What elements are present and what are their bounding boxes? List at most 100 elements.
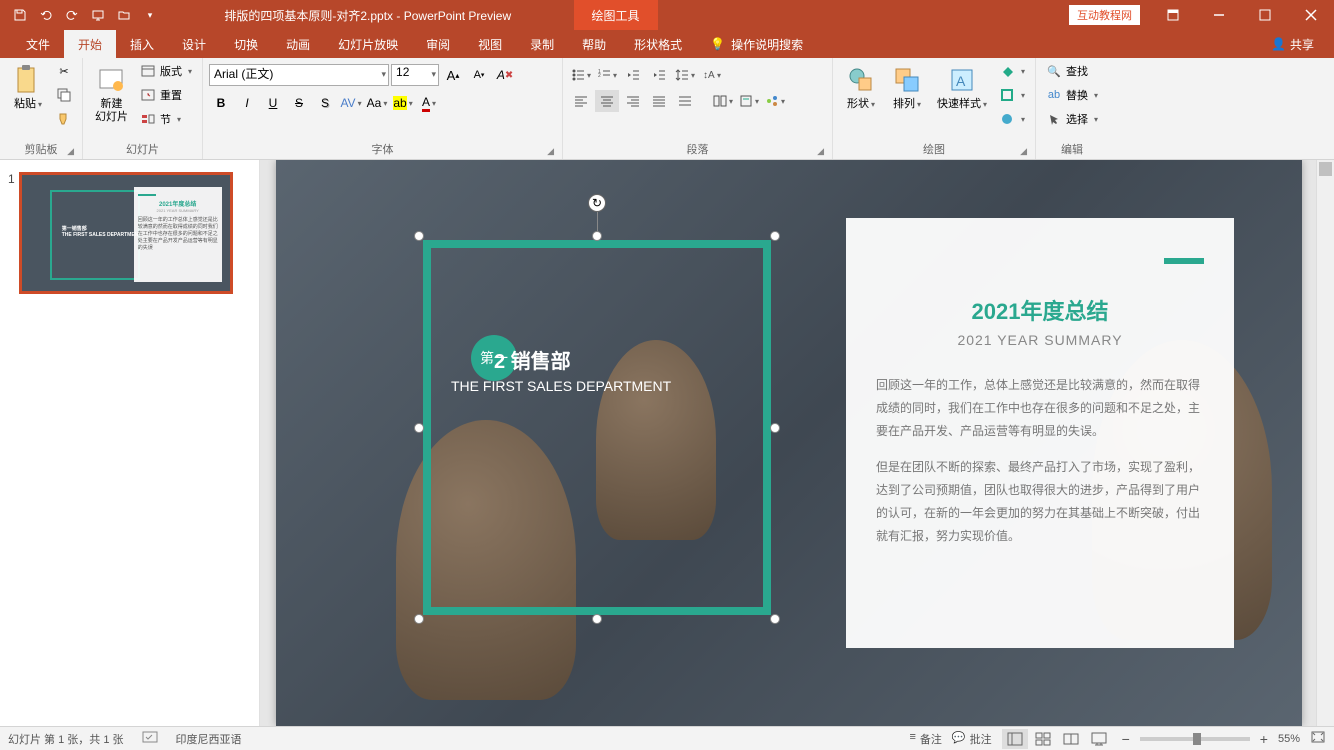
find-button[interactable]: 🔍查找 — [1042, 60, 1102, 82]
tab-animations[interactable]: 动画 — [272, 30, 324, 58]
tab-home[interactable]: 开始 — [64, 30, 116, 58]
shape-outline-button[interactable]: ▾ — [995, 84, 1029, 106]
text-direction-icon[interactable]: ↕A▾ — [699, 64, 723, 86]
smartart-icon[interactable]: ▾ — [763, 90, 787, 112]
zoom-out-button[interactable]: − — [1122, 731, 1130, 747]
numbering-icon[interactable]: 12▾ — [595, 64, 619, 86]
decrease-font-icon[interactable]: A▾ — [467, 64, 491, 86]
open-icon[interactable] — [112, 3, 136, 27]
tab-transitions[interactable]: 切换 — [220, 30, 272, 58]
ribbon-display-options-icon[interactable] — [1150, 0, 1196, 30]
maximize-icon[interactable] — [1242, 0, 1288, 30]
align-left-icon[interactable] — [569, 90, 593, 112]
vertical-scrollbar[interactable] — [1316, 160, 1334, 726]
format-painter-button[interactable] — [52, 108, 76, 130]
arrange-button[interactable]: 排列▾ — [885, 60, 929, 115]
zoom-slider[interactable] — [1140, 737, 1250, 741]
replace-button[interactable]: ab替换▾ — [1042, 84, 1102, 106]
dialog-launcher-icon[interactable]: ◢ — [67, 146, 74, 157]
cut-button[interactable]: ✂ — [52, 60, 76, 82]
language-status[interactable]: 印度尼西亚语 — [176, 731, 242, 747]
tab-slideshow[interactable]: 幻灯片放映 — [324, 30, 412, 58]
copy-button[interactable] — [52, 84, 76, 106]
shape-fill-button[interactable]: ▾ — [995, 60, 1029, 82]
character-spacing-icon[interactable]: AV▾ — [339, 92, 363, 114]
slide-thumbnail-1[interactable]: 第一销售部THE FIRST SALES DEPARTMENT 2021年度总结… — [19, 172, 233, 294]
bullets-icon[interactable]: ▾ — [569, 64, 593, 86]
line-spacing-icon[interactable]: ▾ — [673, 64, 697, 86]
green-frame-shape[interactable] — [423, 240, 771, 615]
comments-button[interactable]: 💬批注 — [952, 731, 992, 747]
qat-customize-icon[interactable]: ▾ — [138, 3, 162, 27]
tab-record[interactable]: 录制 — [516, 30, 568, 58]
save-icon[interactable] — [8, 3, 32, 27]
slide-thumbnail-panel[interactable]: 1 第一销售部THE FIRST SALES DEPARTMENT 2021年度… — [0, 160, 260, 726]
align-right-icon[interactable] — [621, 90, 645, 112]
tab-insert[interactable]: 插入 — [116, 30, 168, 58]
bold-icon[interactable]: B — [209, 92, 233, 114]
slide-title-text[interactable]: 2 销售部 — [494, 345, 571, 374]
reset-button[interactable]: 重置 — [136, 84, 196, 106]
sorter-view-icon[interactable] — [1030, 729, 1056, 749]
tab-design[interactable]: 设计 — [168, 30, 220, 58]
tell-me-search[interactable]: 💡 操作说明搜索 — [696, 30, 817, 58]
increase-font-icon[interactable]: A▴ — [441, 64, 465, 86]
shape-effects-button[interactable]: ▾ — [995, 108, 1029, 130]
start-from-beginning-icon[interactable] — [86, 3, 110, 27]
dialog-launcher-icon[interactable]: ◢ — [547, 146, 554, 157]
group-font: Arial (正文)▾ 12▾ A▴ A▾ A✖ B I U S S AV▾ A… — [203, 58, 563, 159]
text-shadow-icon[interactable]: S — [313, 92, 337, 114]
paste-button[interactable]: 粘贴▾ — [6, 60, 50, 115]
undo-icon[interactable] — [34, 3, 58, 27]
decrease-indent-icon[interactable] — [621, 64, 645, 86]
slideshow-view-icon[interactable] — [1086, 729, 1112, 749]
align-center-icon[interactable] — [595, 90, 619, 112]
share-button[interactable]: 👤 共享 — [1271, 36, 1314, 53]
section-icon — [140, 111, 156, 127]
dialog-launcher-icon[interactable]: ◢ — [817, 146, 824, 157]
fit-to-window-icon[interactable] — [1310, 730, 1326, 747]
distributed-icon[interactable] — [673, 90, 697, 112]
slide-canvas[interactable]: 第一 2 销售部 THE FIRST SALES DEPARTMENT 2021… — [260, 160, 1334, 726]
zoom-percentage[interactable]: 55% — [1278, 733, 1300, 745]
slide-subtitle-text[interactable]: THE FIRST SALES DEPARTMENT — [451, 378, 671, 394]
tutorial-link[interactable]: 互动教程网 — [1069, 5, 1140, 25]
select-button[interactable]: 选择▾ — [1042, 108, 1102, 130]
font-size-combo[interactable]: 12▾ — [391, 64, 439, 86]
dialog-launcher-icon[interactable]: ◢ — [1020, 146, 1027, 157]
tab-shape-format[interactable]: 形状格式 — [620, 30, 696, 58]
tab-view[interactable]: 视图 — [464, 30, 516, 58]
notes-button[interactable]: ≡备注 — [909, 731, 941, 747]
new-slide-button[interactable]: 新建 幻灯片 — [89, 60, 134, 128]
tab-help[interactable]: 帮助 — [568, 30, 620, 58]
slide-counter[interactable]: 幻灯片 第 1 张，共 1 张 — [8, 731, 124, 747]
reading-view-icon[interactable] — [1058, 729, 1084, 749]
strikethrough-icon[interactable]: S — [287, 92, 311, 114]
slide-1[interactable]: 第一 2 销售部 THE FIRST SALES DEPARTMENT 2021… — [276, 160, 1302, 726]
font-color-icon[interactable]: A▾ — [417, 92, 441, 114]
cut-icon: ✂ — [56, 63, 72, 79]
change-case-icon[interactable]: Aa▾ — [365, 92, 389, 114]
highlight-icon[interactable]: ab▾ — [391, 92, 415, 114]
justify-icon[interactable] — [647, 90, 671, 112]
normal-view-icon[interactable] — [1002, 729, 1028, 749]
spellcheck-icon[interactable] — [142, 730, 158, 747]
minimize-icon[interactable] — [1196, 0, 1242, 30]
quick-styles-button[interactable]: A 快速样式▾ — [931, 60, 993, 115]
underline-icon[interactable]: U — [261, 92, 285, 114]
tab-review[interactable]: 审阅 — [412, 30, 464, 58]
zoom-in-button[interactable]: + — [1260, 731, 1268, 747]
columns-icon[interactable]: ▾ — [711, 90, 735, 112]
italic-icon[interactable]: I — [235, 92, 259, 114]
shapes-button[interactable]: 形状▾ — [839, 60, 883, 115]
section-button[interactable]: 节▾ — [136, 108, 196, 130]
align-text-icon[interactable]: ▾ — [737, 90, 761, 112]
redo-icon[interactable] — [60, 3, 84, 27]
font-name-combo[interactable]: Arial (正文)▾ — [209, 64, 389, 86]
layout-button[interactable]: 版式▾ — [136, 60, 196, 82]
increase-indent-icon[interactable] — [647, 64, 671, 86]
clear-formatting-icon[interactable]: A✖ — [493, 64, 517, 86]
close-icon[interactable] — [1288, 0, 1334, 30]
tab-file[interactable]: 文件 — [12, 30, 64, 58]
summary-card-shape[interactable]: 2021年度总结 2021 YEAR SUMMARY 回顾这一年的工作，总体上感… — [846, 218, 1234, 648]
